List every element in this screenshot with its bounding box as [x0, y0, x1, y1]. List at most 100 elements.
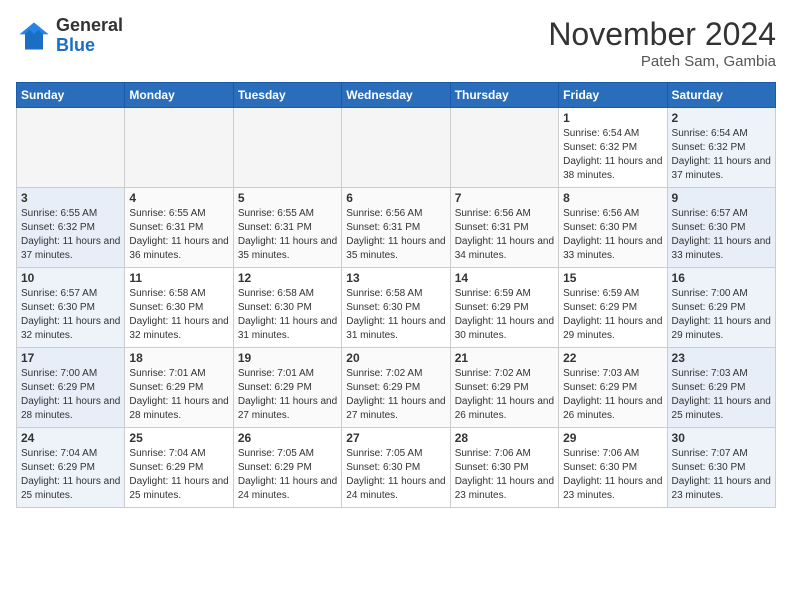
calendar-cell	[233, 108, 341, 188]
calendar-cell: 6 Sunrise: 6:56 AMSunset: 6:31 PMDaylight…	[342, 188, 450, 268]
day-number: 1	[563, 111, 662, 125]
day-info: Sunrise: 7:00 AMSunset: 6:29 PMDaylight:…	[672, 287, 771, 343]
day-number: 7	[455, 191, 554, 205]
calendar-cell	[450, 108, 558, 188]
calendar-cell: 29 Sunrise: 7:06 AMSunset: 6:30 PMDayligh…	[559, 428, 667, 508]
day-info: Sunrise: 6:56 AMSunset: 6:31 PMDaylight:…	[346, 207, 445, 263]
calendar-cell	[342, 108, 450, 188]
calendar-cell: 9 Sunrise: 6:57 AMSunset: 6:30 PMDaylight…	[667, 188, 775, 268]
day-info: Sunrise: 7:00 AMSunset: 6:29 PMDaylight:…	[21, 367, 120, 423]
day-info: Sunrise: 6:55 AMSunset: 6:31 PMDaylight:…	[129, 207, 228, 263]
day-number: 24	[21, 431, 120, 445]
calendar-cell: 3 Sunrise: 6:55 AMSunset: 6:32 PMDaylight…	[17, 188, 125, 268]
day-number: 26	[238, 431, 337, 445]
day-number: 15	[563, 271, 662, 285]
calendar-cell: 11 Sunrise: 6:58 AMSunset: 6:30 PMDayligh…	[125, 268, 233, 348]
day-number: 22	[563, 351, 662, 365]
day-number: 21	[455, 351, 554, 365]
week-row-3: 10 Sunrise: 6:57 AMSunset: 6:30 PMDayligh…	[17, 268, 776, 348]
weekday-header-thursday: Thursday	[450, 83, 558, 108]
calendar-cell: 30Sunrise: 7:07 AMSunset: 6:30 PMDayligh…	[667, 428, 775, 508]
calendar-cell: 15 Sunrise: 6:59 AMSunset: 6:29 PMDayligh…	[559, 268, 667, 348]
day-info: Sunrise: 7:02 AMSunset: 6:29 PMDaylight:…	[346, 367, 445, 423]
day-info: Sunrise: 6:54 AMSunset: 6:32 PMDaylight:…	[563, 127, 662, 183]
day-info: Sunrise: 6:58 AMSunset: 6:30 PMDaylight:…	[238, 287, 337, 343]
logo-blue-text: Blue	[56, 35, 95, 55]
calendar-cell: 2Sunrise: 6:54 AMSunset: 6:32 PMDaylight…	[667, 108, 775, 188]
week-row-5: 24 Sunrise: 7:04 AMSunset: 6:29 PMDayligh…	[17, 428, 776, 508]
day-number: 13	[346, 271, 445, 285]
day-info: Sunrise: 6:57 AMSunset: 6:30 PMDaylight:…	[672, 207, 771, 263]
day-number: 19	[238, 351, 337, 365]
calendar-cell: 19 Sunrise: 7:01 AMSunset: 6:29 PMDayligh…	[233, 348, 341, 428]
weekday-header-saturday: Saturday	[667, 83, 775, 108]
calendar-table: SundayMondayTuesdayWednesdayThursdayFrid…	[16, 82, 776, 508]
day-info: Sunrise: 6:58 AMSunset: 6:30 PMDaylight:…	[129, 287, 228, 343]
week-row-1: 1 Sunrise: 6:54 AMSunset: 6:32 PMDaylight…	[17, 108, 776, 188]
day-info: Sunrise: 6:55 AMSunset: 6:31 PMDaylight:…	[238, 207, 337, 263]
logo-icon	[16, 18, 52, 54]
day-info: Sunrise: 7:06 AMSunset: 6:30 PMDaylight:…	[563, 447, 662, 503]
day-number: 29	[563, 431, 662, 445]
day-info: Sunrise: 7:03 AMSunset: 6:29 PMDaylight:…	[563, 367, 662, 423]
calendar-cell: 8 Sunrise: 6:56 AMSunset: 6:30 PMDaylight…	[559, 188, 667, 268]
week-row-2: 3 Sunrise: 6:55 AMSunset: 6:32 PMDaylight…	[17, 188, 776, 268]
calendar-cell: 18Sunrise: 7:01 AMSunset: 6:29 PMDayligh…	[125, 348, 233, 428]
day-number: 11	[129, 271, 228, 285]
day-info: Sunrise: 6:59 AMSunset: 6:29 PMDaylight:…	[563, 287, 662, 343]
weekday-header-friday: Friday	[559, 83, 667, 108]
day-info: Sunrise: 7:04 AMSunset: 6:29 PMDaylight:…	[129, 447, 228, 503]
day-number: 4	[129, 191, 228, 205]
calendar-cell: 21 Sunrise: 7:02 AMSunset: 6:29 PMDayligh…	[450, 348, 558, 428]
day-number: 30	[672, 431, 771, 445]
day-info: Sunrise: 7:01 AMSunset: 6:29 PMDaylight:…	[238, 367, 337, 423]
calendar-cell: 12 Sunrise: 6:58 AMSunset: 6:30 PMDayligh…	[233, 268, 341, 348]
calendar-cell: 4 Sunrise: 6:55 AMSunset: 6:31 PMDaylight…	[125, 188, 233, 268]
calendar-cell: 14Sunrise: 6:59 AMSunset: 6:29 PMDayligh…	[450, 268, 558, 348]
day-number: 20	[346, 351, 445, 365]
calendar-cell: 27 Sunrise: 7:05 AMSunset: 6:30 PMDayligh…	[342, 428, 450, 508]
calendar-cell: 10 Sunrise: 6:57 AMSunset: 6:30 PMDayligh…	[17, 268, 125, 348]
calendar-cell: 7 Sunrise: 6:56 AMSunset: 6:31 PMDaylight…	[450, 188, 558, 268]
calendar-cell: 17 Sunrise: 7:00 AMSunset: 6:29 PMDayligh…	[17, 348, 125, 428]
calendar-cell: 1 Sunrise: 6:54 AMSunset: 6:32 PMDaylight…	[559, 108, 667, 188]
day-number: 2	[672, 111, 771, 125]
day-number: 27	[346, 431, 445, 445]
calendar-cell: 28Sunrise: 7:06 AMSunset: 6:30 PMDayligh…	[450, 428, 558, 508]
day-number: 17	[21, 351, 120, 365]
day-number: 18	[129, 351, 228, 365]
calendar-cell: 13 Sunrise: 6:58 AMSunset: 6:30 PMDayligh…	[342, 268, 450, 348]
title-block: November 2024 Pateh Sam, Gambia	[548, 16, 776, 70]
day-info: Sunrise: 6:56 AMSunset: 6:31 PMDaylight:…	[455, 207, 554, 263]
calendar-cell: 5Sunrise: 6:55 AMSunset: 6:31 PMDaylight…	[233, 188, 341, 268]
day-number: 9	[672, 191, 771, 205]
month-title: November 2024	[548, 16, 776, 53]
day-number: 23	[672, 351, 771, 365]
day-info: Sunrise: 6:58 AMSunset: 6:30 PMDaylight:…	[346, 287, 445, 343]
day-info: Sunrise: 7:03 AMSunset: 6:29 PMDaylight:…	[672, 367, 771, 423]
weekday-header-wednesday: Wednesday	[342, 83, 450, 108]
day-info: Sunrise: 6:56 AMSunset: 6:30 PMDaylight:…	[563, 207, 662, 263]
day-number: 12	[238, 271, 337, 285]
logo: General Blue	[16, 16, 123, 56]
day-info: Sunrise: 7:05 AMSunset: 6:30 PMDaylight:…	[346, 447, 445, 503]
calendar-cell: 23 Sunrise: 7:03 AMSunset: 6:29 PMDayligh…	[667, 348, 775, 428]
day-info: Sunrise: 6:57 AMSunset: 6:30 PMDaylight:…	[21, 287, 120, 343]
day-info: Sunrise: 7:02 AMSunset: 6:29 PMDaylight:…	[455, 367, 554, 423]
weekday-header-tuesday: Tuesday	[233, 83, 341, 108]
day-number: 16	[672, 271, 771, 285]
day-info: Sunrise: 6:59 AMSunset: 6:29 PMDaylight:…	[455, 287, 554, 343]
day-number: 3	[21, 191, 120, 205]
day-number: 10	[21, 271, 120, 285]
calendar-cell: 25 Sunrise: 7:04 AMSunset: 6:29 PMDayligh…	[125, 428, 233, 508]
calendar-cell: 26 Sunrise: 7:05 AMSunset: 6:29 PMDayligh…	[233, 428, 341, 508]
day-number: 25	[129, 431, 228, 445]
day-number: 6	[346, 191, 445, 205]
calendar-cell	[17, 108, 125, 188]
weekday-header-row: SundayMondayTuesdayWednesdayThursdayFrid…	[17, 83, 776, 108]
day-info: Sunrise: 6:55 AMSunset: 6:32 PMDaylight:…	[21, 207, 120, 263]
day-info: Sunrise: 7:05 AMSunset: 6:29 PMDaylight:…	[238, 447, 337, 503]
day-number: 8	[563, 191, 662, 205]
calendar-cell	[125, 108, 233, 188]
day-info: Sunrise: 7:04 AMSunset: 6:29 PMDaylight:…	[21, 447, 120, 503]
